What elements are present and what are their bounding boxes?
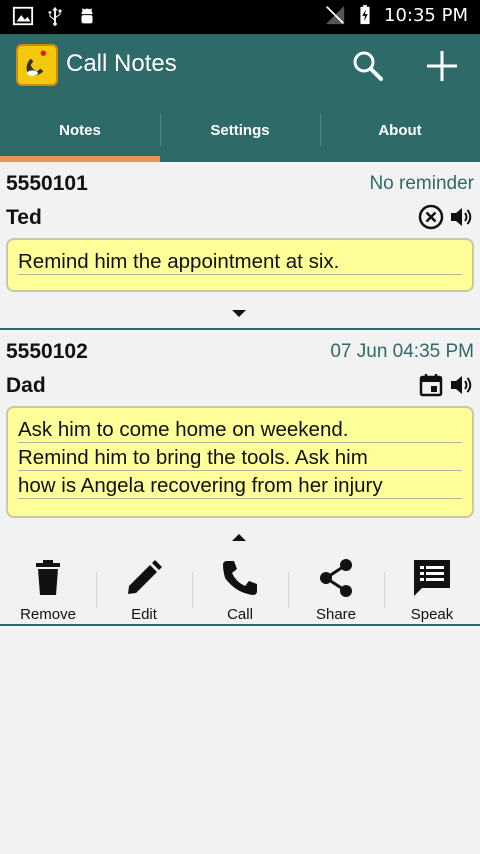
note-text-line: how is Angela recovering from her injury [18, 472, 462, 500]
status-bar: 10:35 PM [0, 0, 480, 34]
cancel-reminder-icon[interactable] [418, 204, 444, 230]
edit-label: Edit [131, 606, 157, 623]
edit-button[interactable]: Edit [96, 552, 192, 626]
note-text-line: Remind him the appointment at six. [18, 248, 462, 276]
note-text-line: Remind him to bring the tools. Ask him [18, 444, 462, 472]
phone-icon [223, 561, 257, 595]
calendar-icon[interactable] [418, 372, 444, 398]
pencil-icon [128, 560, 162, 594]
app-bar: Call Notes [0, 34, 480, 98]
action-bar-divider [0, 624, 480, 626]
battery-charging-icon [360, 4, 370, 25]
note-text-box[interactable]: Remind him the appointment at six. [6, 238, 474, 292]
share-button[interactable]: Share [288, 552, 384, 626]
trash-icon [36, 560, 60, 595]
call-label: Call [227, 606, 253, 623]
note-action-bar: Remove Edit Call Share Speak [0, 552, 480, 626]
speaker-icon[interactable] [448, 372, 474, 398]
note-reminder-time: 07 Jun 04:35 PM [330, 341, 474, 362]
usb-icon [48, 6, 62, 26]
tab-about[interactable]: About [320, 98, 480, 162]
share-label: Share [315, 606, 357, 623]
tab-bar: Notes Settings About [0, 98, 480, 162]
note-contact-name: Ted [6, 206, 42, 229]
note-text-box[interactable]: Ask him to come home on weekend. Remind … [6, 406, 474, 518]
no-signal-icon [325, 5, 345, 25]
call-button[interactable]: Call [192, 552, 288, 626]
android-debug-icon [81, 8, 93, 24]
remove-button[interactable]: Remove [0, 552, 96, 626]
search-icon[interactable] [350, 48, 386, 84]
speak-button[interactable]: Speak [384, 552, 480, 626]
tab-settings[interactable]: Settings [160, 98, 320, 162]
note-reminder-status: No reminder [369, 173, 474, 194]
phone-note-logo-icon [26, 50, 47, 76]
collapse-arrow-icon[interactable] [232, 534, 246, 541]
note-card[interactable]: 5550101 No reminder Ted Remind him the a… [0, 162, 480, 328]
note-card[interactable]: 5550102 07 Jun 04:35 PM Dad Ask him to c… [0, 330, 480, 552]
status-time: 10:35 PM [384, 4, 468, 26]
add-icon[interactable] [424, 48, 460, 84]
image-notification-icon [12, 6, 34, 26]
app-title: Call Notes [66, 50, 177, 77]
share-icon [320, 559, 352, 597]
note-text-line: Ask him to come home on weekend. [18, 416, 462, 444]
remove-label: Remove [20, 606, 76, 623]
note-contact-name: Dad [6, 374, 46, 397]
notification-icons [12, 5, 98, 27]
speak-label: Speak [410, 606, 454, 623]
note-phone-number: 5550102 [6, 340, 88, 363]
app-logo-icon [16, 44, 58, 86]
tab-notes[interactable]: Notes [0, 98, 160, 162]
expand-arrow-icon[interactable] [232, 310, 246, 317]
speak-icon [414, 560, 450, 596]
speaker-icon[interactable] [448, 204, 474, 230]
note-phone-number: 5550101 [6, 172, 88, 195]
